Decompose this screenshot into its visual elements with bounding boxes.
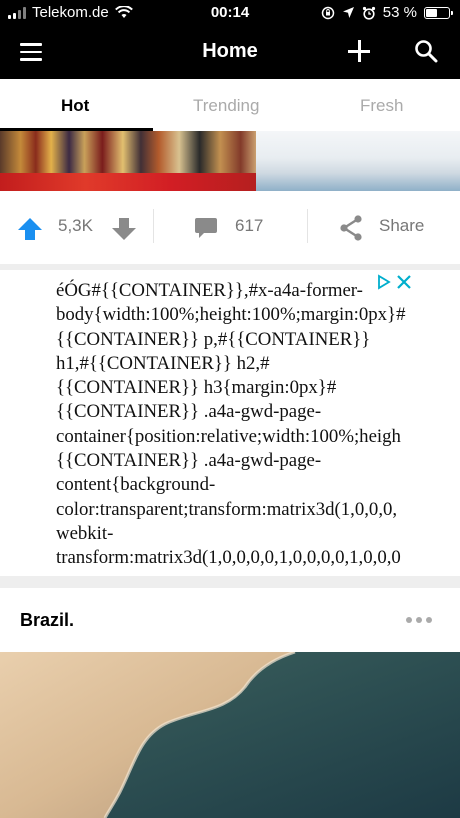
post-actions-bar: 5,3K 617 Share: [0, 191, 460, 264]
battery-percent: 53 %: [382, 4, 417, 21]
top-navigation-bar: Home: [0, 26, 460, 79]
tab-trending[interactable]: Trending: [193, 96, 259, 116]
status-bar: Telekom.de 00:14 53 %: [0, 0, 460, 26]
battery-fill: [426, 8, 437, 17]
adchoices-icon[interactable]: [377, 274, 413, 290]
divider: [307, 209, 308, 243]
tab-hot[interactable]: Hot: [61, 96, 89, 116]
location-icon: [342, 7, 354, 18]
post-image-left-photo: [0, 131, 256, 191]
page-title: Home: [202, 40, 258, 62]
battery-icon: [424, 6, 453, 19]
post-image-right-photo: [256, 131, 460, 191]
ad-raw-text: éÓG#{{CONTAINER}},#x-a4a-former- body{wi…: [56, 280, 406, 569]
divider: [153, 209, 154, 243]
search-icon[interactable]: [414, 39, 438, 63]
post-image[interactable]: [0, 131, 460, 191]
comment-count[interactable]: 617: [235, 216, 263, 236]
ad-banner[interactable]: éÓG#{{CONTAINER}},#x-a4a-former- body{wi…: [0, 270, 460, 576]
post-title[interactable]: Brazil.: [20, 610, 74, 631]
share-label[interactable]: Share: [379, 216, 424, 236]
upvote-count: 5,3K: [58, 216, 93, 235]
alarm-icon: [362, 6, 375, 20]
orientation-lock-icon: [321, 6, 335, 19]
share-icon[interactable]: [339, 215, 363, 241]
status-right: 53 %: [321, 4, 453, 21]
downvote-arrow-icon[interactable]: [112, 218, 136, 240]
post-image[interactable]: [0, 652, 460, 818]
feed-tabs: Hot Trending Fresh: [0, 79, 460, 133]
comment-bubble-icon[interactable]: [194, 216, 218, 240]
feed-separator: [0, 576, 460, 588]
upvote-arrow-icon[interactable]: [18, 218, 42, 240]
more-options-icon[interactable]: [406, 617, 432, 623]
plus-icon[interactable]: [348, 40, 370, 62]
tab-fresh[interactable]: Fresh: [360, 96, 403, 116]
